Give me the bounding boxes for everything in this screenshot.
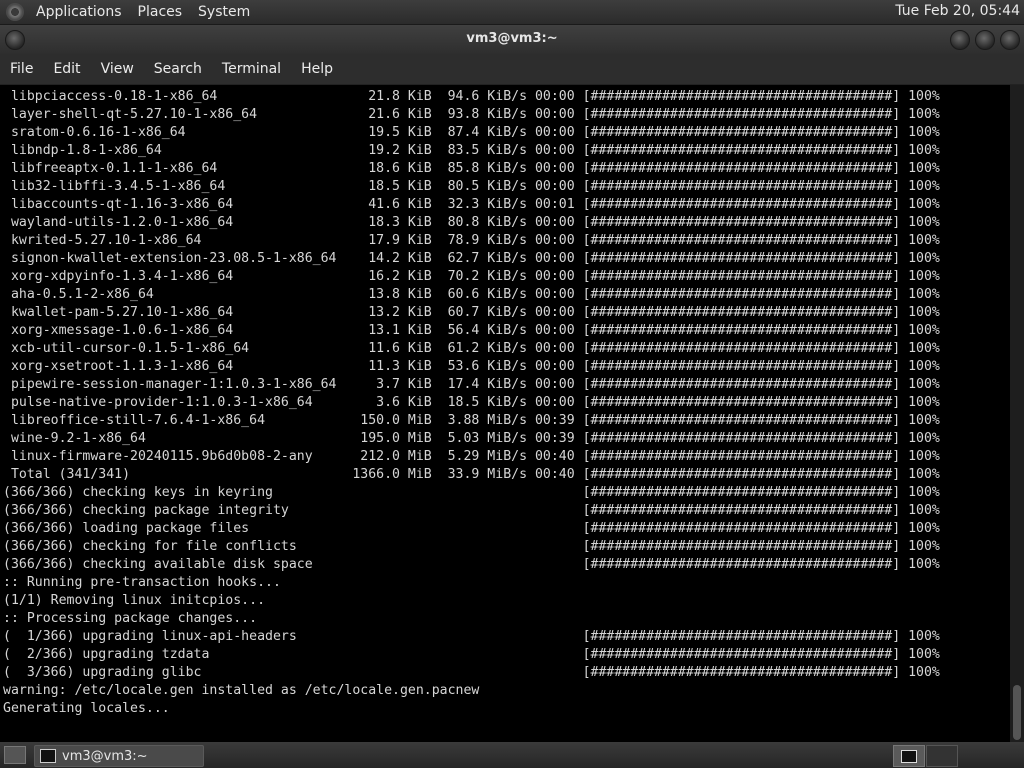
distro-logo-icon[interactable] xyxy=(6,3,24,21)
terminal-line: libndp-1.8-1-x86_64 19.2 KiB 83.5 KiB/s … xyxy=(3,143,940,158)
terminal-line: xorg-xsetroot-1.1.3-1-x86_64 11.3 KiB 53… xyxy=(3,359,940,374)
top-panel: Applications Places System Tue Feb 20, 0… xyxy=(0,0,1024,24)
terminal-line: sratom-0.6.16-1-x86_64 19.5 KiB 87.4 KiB… xyxy=(3,125,940,140)
terminal-line: (1/1) Removing linux initcpios... xyxy=(3,593,266,608)
terminal-output[interactable]: libpciaccess-0.18-1-x86_64 21.8 KiB 94.6… xyxy=(0,85,1010,742)
minimize-icon[interactable] xyxy=(950,30,970,50)
terminal-icon xyxy=(40,749,56,763)
terminal-menubar: File Edit View Search Terminal Help xyxy=(0,54,1024,85)
terminal-line: :: Running pre-transaction hooks... xyxy=(3,575,281,590)
workspace-2[interactable] xyxy=(926,745,958,767)
applications-menu[interactable]: Applications xyxy=(28,4,130,20)
workspace-window-icon xyxy=(901,750,917,763)
terminal-line: ( 3/366) upgrading glibc [##############… xyxy=(3,665,940,680)
terminal-line: libfreeaptx-0.1.1-1-x86_64 18.6 KiB 85.8… xyxy=(3,161,940,176)
terminal-line: (366/366) checking available disk space … xyxy=(3,557,940,572)
taskbar-window-label: vm3@vm3:~ xyxy=(62,748,148,764)
menu-file[interactable]: File xyxy=(0,61,43,77)
system-menu[interactable]: System xyxy=(190,4,258,20)
taskbar-window-button[interactable]: vm3@vm3:~ xyxy=(34,745,204,767)
menu-view[interactable]: View xyxy=(91,61,144,77)
menu-search[interactable]: Search xyxy=(144,61,212,77)
terminal-line: aha-0.5.1-2-x86_64 13.8 KiB 60.6 KiB/s 0… xyxy=(3,287,940,302)
terminal-line: libpciaccess-0.18-1-x86_64 21.8 KiB 94.6… xyxy=(3,89,940,104)
terminal-line: signon-kwallet-extension-23.08.5-1-x86_6… xyxy=(3,251,940,266)
terminal-scrollbar[interactable] xyxy=(1010,85,1024,742)
terminal-line: (366/366) loading package files [#######… xyxy=(3,521,940,536)
window-title: vm3@vm3:~ xyxy=(466,31,558,46)
terminal-line: (366/366) checking keys in keyring [####… xyxy=(3,485,940,500)
terminal-line: layer-shell-qt-5.27.10-1-x86_64 21.6 KiB… xyxy=(3,107,940,122)
terminal-line: linux-firmware-20240115.9b6d0b08-2-any 2… xyxy=(3,449,940,464)
terminal-line: :: Processing package changes... xyxy=(3,611,258,626)
scrollbar-thumb[interactable] xyxy=(1013,685,1021,740)
terminal-line: Generating locales... xyxy=(3,701,170,716)
terminal-line: (366/366) checking for file conflicts [#… xyxy=(3,539,940,554)
terminal-line: libreoffice-still-7.6.4-1-x86_64 150.0 M… xyxy=(3,413,940,428)
menu-edit[interactable]: Edit xyxy=(43,61,90,77)
terminal-line: wine-9.2-1-x86_64 195.0 MiB 5.03 MiB/s 0… xyxy=(3,431,940,446)
terminal-line: (366/366) checking package integrity [##… xyxy=(3,503,940,518)
clock[interactable]: Tue Feb 20, 05:44 xyxy=(895,3,1020,19)
terminal-line: kwallet-pam-5.27.10-1-x86_64 13.2 KiB 60… xyxy=(3,305,940,320)
terminal-line: lib32-libffi-3.4.5-1-x86_64 18.5 KiB 80.… xyxy=(3,179,940,194)
close-icon[interactable] xyxy=(1000,30,1020,50)
terminal-line: xorg-xdpyinfo-1.3.4-1-x86_64 16.2 KiB 70… xyxy=(3,269,940,284)
terminal-line: kwrited-5.27.10-1-x86_64 17.9 KiB 78.9 K… xyxy=(3,233,940,248)
terminal-line: warning: /etc/locale.gen installed as /e… xyxy=(3,683,480,698)
terminal-line: ( 1/366) upgrading linux-api-headers [##… xyxy=(3,629,940,644)
terminal-line: wayland-utils-1.2.0-1-x86_64 18.3 KiB 80… xyxy=(3,215,940,230)
terminal-line: pulse-native-provider-1:1.0.3-1-x86_64 3… xyxy=(3,395,940,410)
bottom-panel: vm3@vm3:~ xyxy=(0,742,1024,768)
terminal-line: Total (341/341) 1366.0 MiB 33.9 MiB/s 00… xyxy=(3,467,940,482)
terminal-line: xcb-util-cursor-0.1.5-1-x86_64 11.6 KiB … xyxy=(3,341,940,356)
terminal-line: libaccounts-qt-1.16-3-x86_64 41.6 KiB 32… xyxy=(3,197,940,212)
terminal-line: ( 2/366) upgrading tzdata [#############… xyxy=(3,647,940,662)
workspace-1[interactable] xyxy=(893,745,925,767)
places-menu[interactable]: Places xyxy=(130,4,191,20)
show-desktop-icon[interactable] xyxy=(4,746,26,764)
menu-terminal[interactable]: Terminal xyxy=(212,61,291,77)
terminal-line: pipewire-session-manager-1:1.0.3-1-x86_6… xyxy=(3,377,940,392)
terminal-line: xorg-xmessage-1.0.6-1-x86_64 13.1 KiB 56… xyxy=(3,323,940,338)
window-titlebar[interactable]: vm3@vm3:~ xyxy=(0,25,1024,54)
menu-help[interactable]: Help xyxy=(291,61,343,77)
maximize-icon[interactable] xyxy=(975,30,995,50)
